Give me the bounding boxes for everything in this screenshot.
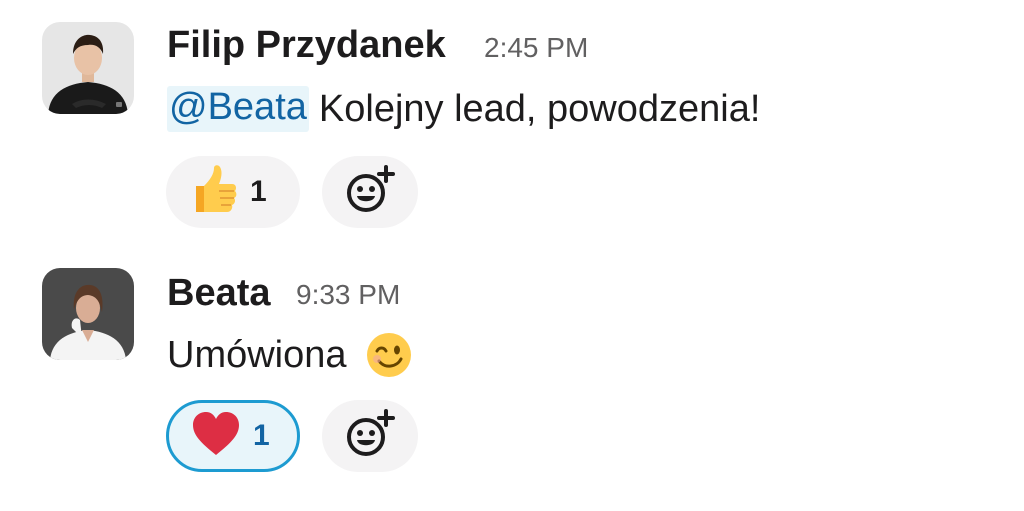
author-name[interactable]: Beata [167, 274, 271, 312]
message-text: Umówiona [167, 331, 413, 379]
message-body: Umówiona [167, 334, 347, 376]
author-name[interactable]: Filip Przydanek [167, 26, 446, 64]
winking-face-icon [365, 331, 413, 379]
red-heart-icon [191, 411, 241, 462]
user-mention[interactable]: @Beata [167, 86, 309, 132]
reaction-count: 1 [253, 419, 270, 452]
avatar-beata[interactable] [42, 268, 134, 360]
avatar-filip[interactable] [42, 22, 134, 114]
add-emoji-icon [345, 408, 395, 464]
reaction-thumbs-up[interactable]: 1 [166, 156, 300, 228]
timestamp[interactable]: 9:33 PM [296, 281, 400, 309]
thumbs-up-icon [190, 164, 238, 221]
add-reaction-button[interactable] [322, 156, 418, 228]
message-text: @Beata Kolejny lead, powodzenia! [167, 86, 760, 132]
reaction-count: 1 [250, 175, 267, 208]
reaction-heart[interactable]: 1 [166, 400, 300, 472]
timestamp[interactable]: 2:45 PM [484, 34, 588, 62]
add-emoji-icon [345, 164, 395, 220]
add-reaction-button[interactable] [322, 400, 418, 472]
message-body: Kolejny lead, powodzenia! [318, 88, 761, 130]
